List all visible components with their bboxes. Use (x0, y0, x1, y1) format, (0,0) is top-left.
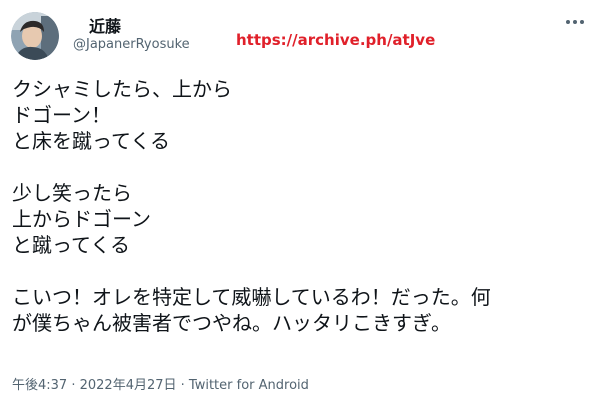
tweet-text-line: ドゴーン！ (12, 103, 111, 127)
tweet-text-line: と蹴ってくる (12, 233, 130, 257)
user-handle[interactable]: @JapanerRyosuke (73, 37, 190, 52)
tweet-text-line: 少し笑ったら (12, 181, 132, 205)
tweet-date[interactable]: 2022年4月27日 (80, 378, 177, 393)
tweet-meta: 午後4:37 · 2022年4月27日 · Twitter for Androi… (12, 374, 309, 393)
tweet-text-line: と床を蹴ってくる (12, 129, 170, 153)
more-horizontal-icon (566, 20, 584, 24)
display-name[interactable]: 近藤 (89, 13, 121, 37)
archive-link-annotation: https://archive.ph/atJve (236, 31, 436, 49)
tweet-card: 近藤 @JapanerRyosuke https://archive.ph/at… (0, 0, 607, 403)
meta-separator: · (176, 378, 189, 393)
tweet-text-line: こいつ！オレを特定して威嚇しているわ！だった。何 (12, 285, 491, 309)
profile-photo-icon (11, 12, 59, 60)
tweet-source[interactable]: Twitter for Android (189, 378, 309, 393)
tweet-text-line: クシャミしたら、上から (12, 77, 232, 101)
avatar[interactable] (11, 12, 59, 60)
meta-separator: · (67, 378, 80, 393)
tweet-text: クシャミしたら、上から ドゴーン！ と床を蹴ってくる 少し笑ったら 上からドゴー… (12, 76, 597, 336)
tweet-time[interactable]: 午後4:37 (12, 378, 67, 393)
tweet-text-line: が僕ちゃん被害者でつやね。ハッタリこきすぎ。 (12, 311, 451, 335)
tweet-text-line: 上からドゴーン (12, 207, 151, 231)
more-options-button[interactable] (563, 12, 587, 32)
